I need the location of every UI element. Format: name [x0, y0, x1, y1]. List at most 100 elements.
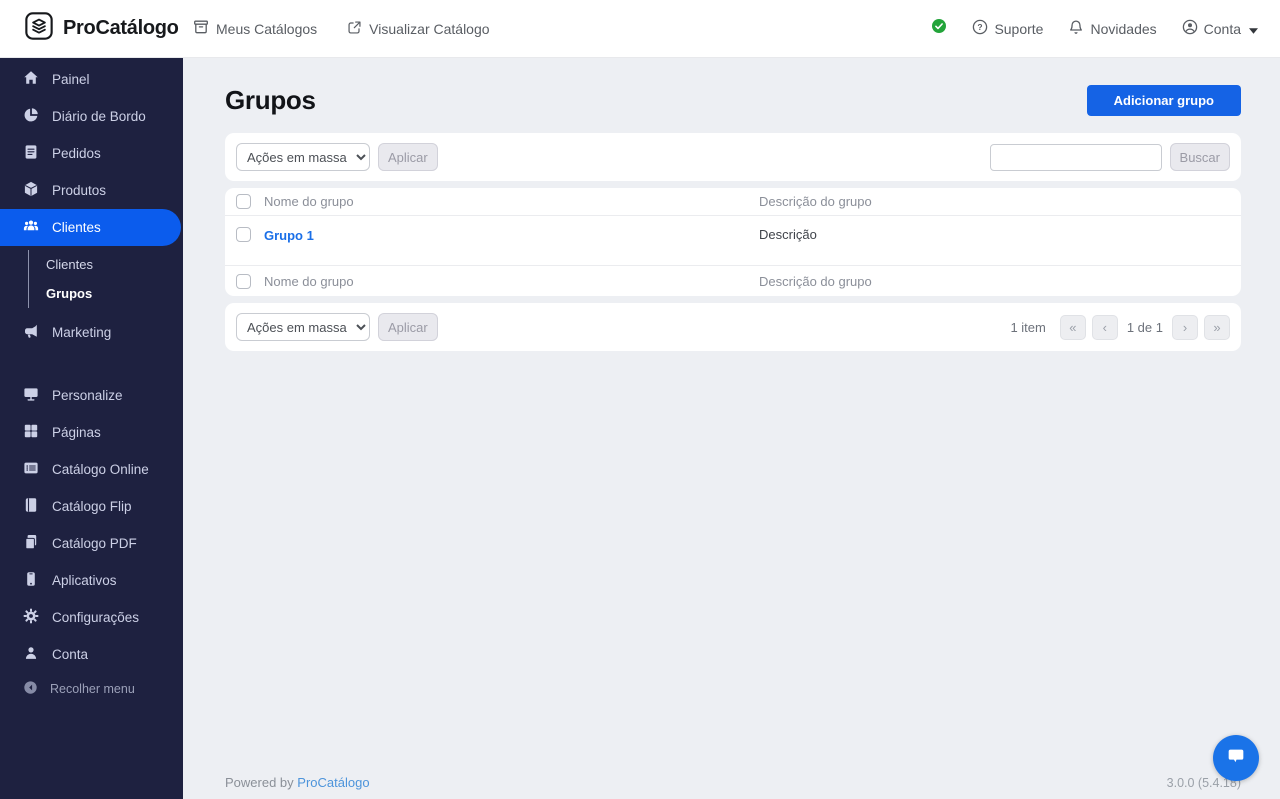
powered-by: Powered by ProCatálogo — [225, 775, 370, 790]
page-title: Grupos — [225, 85, 316, 115]
sidebar-item-conta[interactable]: Conta — [0, 636, 183, 673]
collapse-circle-icon — [23, 680, 38, 698]
sidebar-item-painel[interactable]: Painel — [0, 61, 183, 98]
sidebar-item-pedidos[interactable]: Pedidos — [0, 135, 183, 172]
clientes-submenu: Clientes Grupos — [28, 250, 183, 308]
pie-chart-icon — [23, 107, 39, 126]
powered-by-link[interactable]: ProCatálogo — [297, 775, 369, 790]
chat-fab-button[interactable] — [1213, 735, 1259, 781]
collapse-menu-button[interactable]: Recolher menu — [0, 673, 183, 705]
last-page-button[interactable]: » — [1204, 314, 1230, 340]
sidebar-item-personalize[interactable]: Personalize — [0, 377, 183, 414]
nav-label: Visualizar Catálogo — [369, 20, 490, 37]
megaphone-icon — [23, 323, 39, 342]
column-footer-name: Nome do grupo — [264, 273, 354, 289]
add-group-button[interactable]: Adicionar grupo — [1086, 85, 1241, 116]
first-page-button[interactable]: « — [1059, 314, 1086, 340]
home-icon — [23, 70, 39, 89]
chat-bubble-icon — [1225, 745, 1247, 772]
nav-meus-catalogos[interactable]: Meus Catálogos — [193, 19, 317, 38]
sidebar-item-aplicativos[interactable]: Aplicativos — [0, 562, 183, 599]
nav-novidades[interactable]: Novidades — [1068, 19, 1157, 38]
help-circle-icon: ? — [972, 19, 988, 38]
archive-icon — [193, 19, 209, 38]
submenu-item-grupos[interactable]: Grupos — [29, 279, 183, 308]
brand-name: ProCatálogo — [63, 17, 179, 39]
search-input[interactable] — [989, 143, 1162, 171]
groups-table: Nome do grupo Descrição do grupo Grupo 1… — [225, 188, 1241, 296]
logo-layers-icon — [24, 11, 54, 46]
sidebar-item-label: Diário de Bordo — [52, 109, 146, 124]
card-list-icon — [23, 460, 39, 479]
person-circle-icon — [1182, 19, 1198, 38]
main-content: Grupos Adicionar grupo Ações em massa Ap… — [183, 58, 1280, 799]
apply-button-bottom[interactable]: Aplicar — [378, 313, 438, 341]
search-button[interactable]: Buscar — [1169, 143, 1230, 171]
bottom-toolbar: Ações em massa Aplicar 1 item « ‹ 1 de 1… — [225, 303, 1241, 351]
powered-by-text: Powered by — [225, 775, 294, 790]
bell-icon — [1068, 19, 1084, 38]
prev-page-button[interactable]: ‹ — [1091, 314, 1118, 340]
sidebar: Painel Diário de Bordo Pedidos Produtos … — [0, 58, 183, 799]
sidebar-item-label: Aplicativos — [52, 573, 117, 588]
bulk-actions-select-bottom[interactable]: Ações em massa — [236, 313, 370, 341]
sidebar-item-label: Catálogo PDF — [52, 536, 137, 551]
column-header-description: Descrição do grupo — [759, 194, 872, 209]
sidebar-item-clientes[interactable]: Clientes — [0, 209, 181, 246]
group-name-link[interactable]: Grupo 1 — [264, 228, 314, 243]
sidebar-item-catalogo-online[interactable]: Catálogo Online — [0, 451, 183, 488]
sidebar-item-paginas[interactable]: Páginas — [0, 414, 183, 451]
nav-label: Suporte — [994, 20, 1044, 37]
table-footer-row: Nome do grupo Descrição do grupo — [225, 266, 1241, 296]
sidebar-item-label: Pedidos — [52, 146, 101, 161]
group-description: Descrição — [759, 227, 817, 242]
nav-label: Conta — [1203, 20, 1241, 37]
sidebar-item-label: Clientes — [52, 220, 101, 235]
sidebar-item-label: Conta — [52, 647, 89, 662]
svg-text:?: ? — [978, 22, 983, 32]
check-circle-icon — [931, 18, 947, 39]
files-icon — [23, 534, 39, 553]
topbar: ProCatálogo Meus Catálogos Visualizar Ca… — [0, 0, 1280, 58]
bulk-actions-select[interactable]: Ações em massa — [236, 143, 370, 171]
column-header-name: Nome do grupo — [264, 194, 354, 209]
nav-conta[interactable]: Conta — [1182, 19, 1258, 38]
phone-icon — [23, 571, 39, 590]
sidebar-item-configuracoes[interactable]: Configurações — [0, 599, 183, 636]
book-icon — [23, 497, 39, 516]
topbar-nav: Meus Catálogos Visualizar Catálogo — [193, 19, 490, 38]
sidebar-item-diario-de-bordo[interactable]: Diário de Bordo — [0, 98, 183, 135]
grid-icon — [23, 423, 39, 442]
select-all-checkbox-bottom[interactable] — [236, 273, 251, 289]
nav-visualizar-catalogo[interactable]: Visualizar Catálogo — [347, 19, 490, 38]
top-toolbar: Ações em massa Aplicar Buscar — [225, 133, 1241, 181]
item-count: 1 item — [1010, 319, 1046, 335]
sidebar-item-label: Marketing — [52, 325, 112, 340]
select-all-checkbox[interactable] — [236, 194, 251, 209]
sidebar-item-catalogo-pdf[interactable]: Catálogo PDF — [0, 525, 183, 562]
row-checkbox[interactable] — [236, 227, 251, 242]
submenu-item-clientes[interactable]: Clientes — [29, 250, 183, 279]
sidebar-item-marketing[interactable]: Marketing — [0, 314, 183, 351]
collapse-menu-label: Recolher menu — [50, 682, 135, 696]
nav-label: Novidades — [1090, 20, 1157, 37]
apply-button[interactable]: Aplicar — [378, 143, 438, 171]
sidebar-item-catalogo-flip[interactable]: Catálogo Flip — [0, 488, 183, 525]
page-indicator: 1 de 1 — [1126, 319, 1163, 335]
box-icon — [23, 181, 39, 200]
sidebar-item-produtos[interactable]: Produtos — [0, 172, 183, 209]
brand-logo[interactable]: ProCatálogo — [24, 11, 183, 46]
sidebar-item-label: Configurações — [52, 610, 140, 625]
gear-icon — [23, 608, 39, 627]
nav-suporte[interactable]: ? Suporte — [972, 19, 1043, 38]
orders-icon — [23, 144, 39, 163]
next-page-button[interactable]: › — [1172, 314, 1198, 340]
chevron-down-icon — [1249, 21, 1258, 37]
topbar-right: ? Suporte Novidades Conta — [931, 18, 1258, 39]
table-row: Grupo 1 Descrição — [225, 216, 1241, 266]
sidebar-item-label: Catálogo Online — [52, 462, 149, 477]
nav-label: Meus Catálogos — [216, 20, 318, 37]
user-icon — [23, 645, 39, 664]
sidebar-item-label: Páginas — [52, 425, 101, 440]
table-header-row: Nome do grupo Descrição do grupo — [225, 188, 1241, 216]
